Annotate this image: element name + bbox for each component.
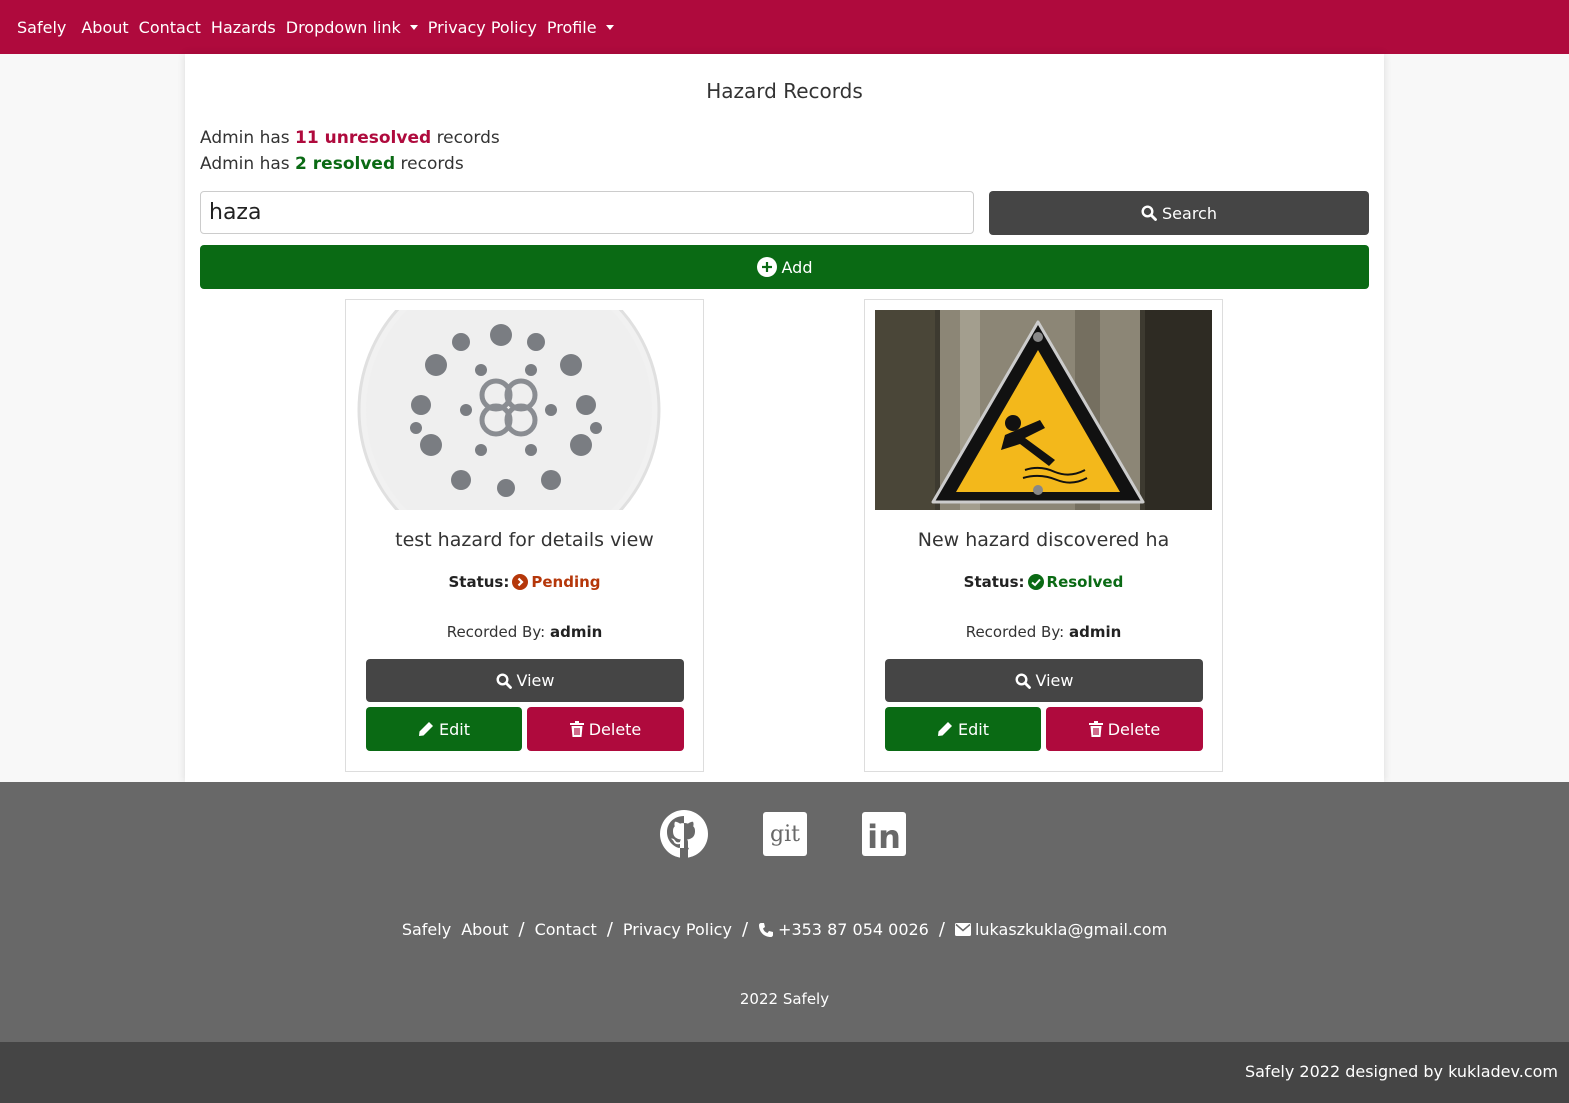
view-button-label: View bbox=[516, 671, 555, 690]
resolved-count-line: Admin has 2 resolved records bbox=[200, 154, 464, 174]
card-title: New hazard discovered ha bbox=[917, 529, 1170, 551]
trash-icon bbox=[569, 721, 584, 737]
phone-icon bbox=[759, 922, 774, 937]
divider: / bbox=[606, 919, 613, 940]
unresolved-count: 11 unresolved bbox=[295, 128, 432, 148]
delete-button[interactable]: Delete bbox=[527, 707, 684, 751]
card-title: test hazard for details view bbox=[395, 529, 654, 551]
card-recorded-by: Recorded By: admin bbox=[865, 623, 1222, 641]
resolved-count: 2 resolved bbox=[295, 154, 396, 174]
add-button[interactable]: Add bbox=[200, 245, 1369, 289]
nav-privacy[interactable]: Privacy Policy bbox=[428, 18, 537, 37]
designed-by: Safely 2022 designed by kukladev.com bbox=[1244, 1062, 1558, 1081]
search-icon bbox=[1141, 205, 1157, 221]
main-panel: Hazard Records Admin has 11 unresolved r… bbox=[185, 54, 1384, 782]
resolved-suffix: records bbox=[400, 154, 464, 174]
footer-links: Safely About / Contact / Privacy Policy … bbox=[0, 919, 1569, 940]
edit-button-label: Edit bbox=[439, 719, 470, 739]
search-icon bbox=[496, 672, 512, 689]
nav-about[interactable]: About bbox=[81, 18, 128, 37]
edit-button[interactable]: Edit bbox=[366, 707, 522, 751]
recorded-label: Recorded By: bbox=[446, 623, 546, 641]
search-button-label: Search bbox=[1162, 203, 1217, 223]
pencil-icon bbox=[419, 722, 433, 736]
hazard-card: New hazard discovered ha Status: Resolve… bbox=[864, 299, 1223, 772]
git-icon[interactable]: git bbox=[760, 809, 810, 859]
trash-icon bbox=[1088, 721, 1103, 737]
caret-down-icon bbox=[409, 24, 418, 30]
github-icon[interactable] bbox=[659, 809, 709, 859]
recorded-by-value: admin bbox=[549, 623, 603, 641]
footer-phone[interactable]: +353 87 054 0026 bbox=[758, 920, 929, 939]
pencil-icon bbox=[938, 722, 952, 736]
card-recorded-by: Recorded By: admin bbox=[346, 623, 703, 641]
add-button-label: Add bbox=[781, 257, 813, 277]
footer-email-text: lukaszkukla@gmail.com bbox=[974, 920, 1168, 939]
check-circle-icon bbox=[1027, 574, 1044, 590]
resolved-prefix: Admin has bbox=[200, 154, 290, 174]
unresolved-prefix: Admin has bbox=[200, 128, 290, 148]
status-value: Resolved bbox=[1046, 573, 1124, 591]
recorded-label: Recorded By: bbox=[965, 623, 1065, 641]
caret-down-icon bbox=[605, 24, 614, 30]
view-button[interactable]: View bbox=[885, 659, 1203, 702]
linkedin-icon-text: in bbox=[867, 818, 901, 856]
top-navbar: Safely About Contact Hazards Dropdown li… bbox=[0, 0, 1569, 54]
footer-link-privacy[interactable]: Privacy Policy bbox=[623, 920, 732, 939]
nav-contact[interactable]: Contact bbox=[139, 18, 201, 37]
recorded-by-value: admin bbox=[1068, 623, 1122, 641]
delete-button-label: Delete bbox=[1107, 719, 1161, 739]
status-value: Pending bbox=[531, 573, 601, 591]
nav-profile-label: Profile bbox=[546, 17, 597, 37]
delete-button[interactable]: Delete bbox=[1046, 707, 1203, 751]
hazard-image bbox=[356, 310, 693, 510]
nav-hazards[interactable]: Hazards bbox=[211, 18, 276, 37]
hazard-image bbox=[875, 310, 1212, 510]
git-icon-text: git bbox=[770, 822, 800, 847]
hazard-card: test hazard for details view Status: Pen… bbox=[345, 299, 704, 772]
delete-button-label: Delete bbox=[588, 719, 642, 739]
footer: git in Safely About / Contact / Privacy … bbox=[0, 782, 1569, 1042]
nav-profile[interactable]: Profile bbox=[547, 18, 614, 37]
plus-circle-icon bbox=[756, 257, 777, 277]
nav-brand[interactable]: Safely bbox=[17, 18, 66, 37]
view-button-label: View bbox=[1035, 671, 1074, 690]
edit-button-label: Edit bbox=[958, 719, 989, 739]
status-label: Status: bbox=[963, 573, 1025, 591]
edit-button[interactable]: Edit bbox=[885, 707, 1041, 751]
view-button[interactable]: View bbox=[366, 659, 684, 702]
divider: / bbox=[938, 919, 945, 940]
envelope-icon bbox=[954, 923, 971, 936]
search-input[interactable] bbox=[200, 191, 974, 234]
search-icon bbox=[1015, 672, 1031, 689]
card-status: Status: Pending bbox=[346, 573, 703, 591]
footer-email[interactable]: lukaszkukla@gmail.com bbox=[954, 920, 1168, 939]
card-status: Status: Resolved bbox=[865, 573, 1222, 591]
footer-phone-text: +353 87 054 0026 bbox=[778, 920, 929, 939]
bottom-bar: Safely 2022 designed by kukladev.com bbox=[0, 1042, 1569, 1103]
copyright: 2022 Safely bbox=[739, 990, 830, 1008]
unresolved-count-line: Admin has 11 unresolved records bbox=[200, 128, 500, 148]
unresolved-suffix: records bbox=[436, 128, 500, 148]
divider: / bbox=[518, 919, 525, 940]
footer-link-about[interactable]: About bbox=[461, 920, 508, 939]
search-button[interactable]: Search bbox=[989, 191, 1369, 235]
footer-link-contact[interactable]: Contact bbox=[535, 920, 597, 939]
chevron-circle-right-icon bbox=[512, 574, 529, 590]
divider: / bbox=[741, 919, 749, 940]
page-title: Hazard Records bbox=[706, 79, 863, 103]
nav-dropdown-label: Dropdown link bbox=[285, 17, 401, 37]
status-label: Status: bbox=[448, 573, 510, 591]
linkedin-icon[interactable]: in bbox=[859, 809, 909, 859]
footer-link-safely[interactable]: Safely bbox=[402, 920, 451, 939]
nav-dropdown[interactable]: Dropdown link bbox=[286, 18, 418, 37]
